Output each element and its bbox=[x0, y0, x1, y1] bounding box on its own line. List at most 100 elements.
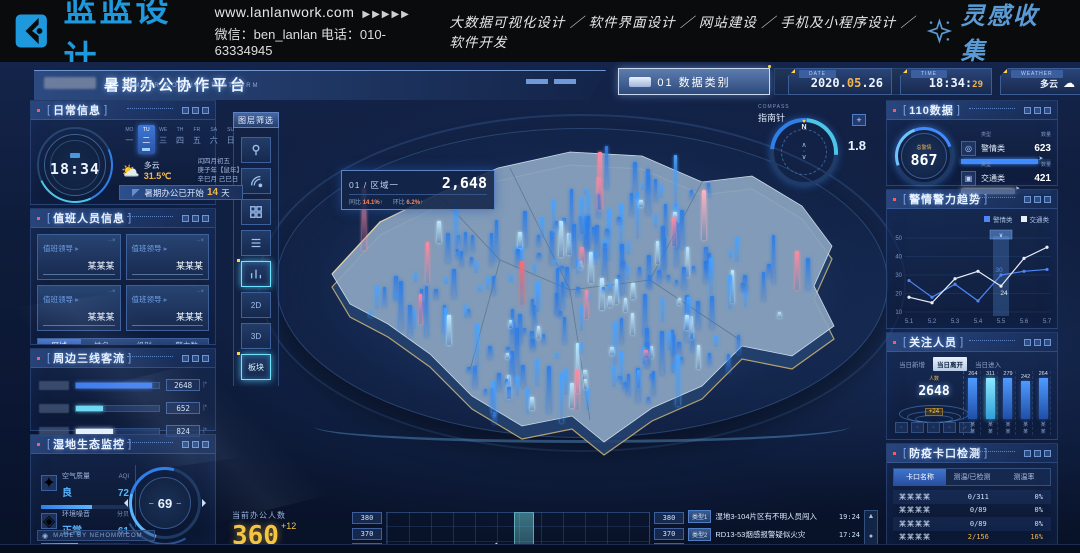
panel-controls[interactable] bbox=[1024, 196, 1051, 203]
zoom-level: 1.8 bbox=[848, 138, 866, 153]
weekday-MO[interactable]: MO一 bbox=[121, 125, 138, 154]
flow-bar-row: 2648|* bbox=[39, 379, 207, 391]
panel-passenger-flow: [周边三线客流] 2648|*652|*824|* bbox=[30, 348, 216, 431]
panel-controls[interactable] bbox=[182, 215, 209, 222]
svg-text:5.2: 5.2 bbox=[928, 319, 937, 325]
panel-controls[interactable] bbox=[182, 441, 209, 448]
duty-leader-card[interactable]: 值班领导··×某某某 bbox=[37, 234, 121, 280]
duty-table: 区域姓名级别警力数某某区张某某副局长268某某区王某某副局长268某某区张某某副… bbox=[37, 338, 209, 345]
weekday-TH[interactable]: TH四 bbox=[172, 125, 189, 154]
alert-item[interactable]: 类型2RD13-53烟感报警疑似火灾17:24 bbox=[688, 528, 860, 541]
layer-button-radar-icon[interactable] bbox=[241, 168, 271, 194]
panel-checkpoint: [防疫卡口检测] 卡口名称测温/已检测测温率 某某某某0/3110%某某某某0/… bbox=[886, 443, 1058, 546]
walker-icon[interactable]: ◦ bbox=[895, 422, 908, 433]
knife-icon[interactable]: ◦ bbox=[911, 422, 924, 433]
focus-bar: 264某某 bbox=[968, 371, 981, 435]
duty-leader-card[interactable]: 值班领导··×某某某 bbox=[126, 234, 210, 280]
watermark: MADE BY NEHOMMICOM bbox=[37, 530, 155, 541]
duty-leader-card[interactable]: 值班领导··×某某某 bbox=[37, 285, 121, 331]
panel-daily-info: [日常信息] 18:34 MO一TU二WE三TH四FR五SA六SU日 ⛅ 多云 … bbox=[30, 100, 216, 205]
layer-button-3D[interactable]: 3D bbox=[241, 323, 271, 349]
dashboard-subtitle: SUMMER WORKING PLATFORM bbox=[122, 83, 260, 89]
time-box: TIME 18:34:29 bbox=[900, 68, 992, 95]
checkpoint-header-3[interactable]: 测温率 bbox=[998, 469, 1050, 485]
layer-filter-toolbar: 图层筛选 2D 3D 板块 bbox=[233, 112, 279, 386]
title-decoration bbox=[526, 79, 576, 84]
person-icon[interactable]: ◦ bbox=[943, 422, 956, 433]
tooltip-value: 2,648 bbox=[442, 174, 487, 192]
weekday-TU[interactable]: TU二 bbox=[138, 125, 155, 154]
panel-controls[interactable] bbox=[1024, 107, 1051, 114]
layer-button-pin-icon[interactable] bbox=[241, 137, 271, 163]
sparkle-icon bbox=[926, 16, 953, 46]
redacted-label bbox=[39, 381, 69, 390]
layer-filter-title: 图层筛选 bbox=[233, 112, 279, 128]
alarm-type-row: ◎类型警情类数量623➤ bbox=[961, 131, 1051, 164]
checkpoint-row: 某某某某0/3110% bbox=[893, 490, 1051, 504]
focus-bar: 279某某 bbox=[1003, 371, 1016, 435]
layer-button-板块[interactable]: 板块 bbox=[241, 354, 271, 380]
services-line: 大数据可视化设计 ／ 软件界面设计 ／ 网站建设 ／ 手机及小程序设计 ／ 软件… bbox=[449, 11, 925, 51]
svg-text:50: 50 bbox=[895, 236, 902, 242]
redacted-logo bbox=[44, 77, 96, 89]
summer-office-notice: 暑期办公已开始14天 bbox=[119, 185, 243, 200]
redacted-label bbox=[39, 404, 69, 413]
panel-controls[interactable] bbox=[182, 107, 209, 114]
panel-controls[interactable] bbox=[182, 355, 209, 362]
website-link[interactable]: www.lanlanwork.com bbox=[215, 4, 355, 20]
checkpoint-row: 某某某某0/890% bbox=[893, 504, 1051, 518]
panel-controls[interactable] bbox=[1024, 339, 1051, 346]
cloud-icon: ☁ bbox=[1063, 76, 1075, 90]
svg-text:30: 30 bbox=[995, 267, 1003, 274]
svg-text:∨: ∨ bbox=[999, 233, 1003, 239]
table-header: 区域姓名级别警力数 bbox=[37, 338, 209, 345]
layer-button-list-icon[interactable] bbox=[241, 230, 271, 256]
week-selector: MO一TU二WE三TH四FR五SA六SU日 bbox=[121, 125, 239, 154]
collect-label: 灵感收集 bbox=[961, 0, 1054, 66]
alert-item[interactable]: 类型1湿地3-104片区有不明人员闯入19:24 bbox=[688, 510, 860, 523]
svg-text:20: 20 bbox=[895, 292, 902, 298]
focus-count: 人数 2648 +24 bbox=[899, 375, 969, 418]
zoom-in-button[interactable]: + bbox=[852, 114, 866, 126]
weather-row: ⛅ 多云 31.5℃ 闰四月初五 庚子年【鼠年】 辛巳月 己巳日 bbox=[121, 157, 243, 184]
compass-ring[interactable]: N ∧·∨ bbox=[770, 118, 838, 186]
layer-button-2D[interactable]: 2D bbox=[241, 292, 271, 318]
focus-tab-3[interactable]: 当日进入 bbox=[971, 357, 1005, 371]
y-axis-box: 370 bbox=[352, 528, 382, 540]
brand-topbar: 蓝蓝设计 www.lanlanwork.com▶▶▶▶▶ 微信：ben_lanl… bbox=[0, 0, 1080, 62]
eco-gauge: 69 bbox=[129, 467, 201, 539]
focus-tab-2[interactable]: 当日离开 bbox=[933, 357, 967, 371]
lunar-calendar: 闰四月初五 庚子年【鼠年】 辛巳月 己巳日 bbox=[198, 157, 244, 184]
compass-widget: COMPASS 指南针 N ∧·∨ + 1.8 bbox=[756, 104, 866, 196]
focus-category-icons: ◦◦◦◦◦ bbox=[895, 422, 972, 433]
svg-text:5.4: 5.4 bbox=[974, 319, 983, 325]
svg-text:5.3: 5.3 bbox=[951, 319, 960, 325]
total-alarm-gauge: 总警情867 bbox=[895, 127, 953, 185]
checkpoint-row: 某某某某0/890% bbox=[893, 517, 1051, 531]
svg-text:5.5: 5.5 bbox=[997, 319, 1006, 325]
checkpoint-row: 某某某某2/15616% bbox=[893, 531, 1051, 545]
weekday-WE[interactable]: WE三 bbox=[155, 125, 172, 154]
weekday-FR[interactable]: FR五 bbox=[188, 125, 205, 154]
inspiration-collect[interactable]: 灵感收集 bbox=[926, 0, 1054, 66]
focus-bar-chart: 264某某311某某279某某242某某264某某 bbox=[963, 371, 1051, 435]
svg-text:30: 30 bbox=[895, 273, 902, 279]
focus-tab-1[interactable]: 当日新增 bbox=[895, 357, 929, 371]
checkpoint-header-2[interactable]: 测温/已检测 bbox=[946, 469, 998, 485]
panel-110-data: [110数据] 总警情867 ◎类型警情类数量623➤▣类型交通类数量421➤ bbox=[886, 100, 1058, 186]
panel-eco-monitor: [湿地生态监控] ✦空气质量良AQI72◈环境噪音正常分贝61 69 MADE … bbox=[30, 434, 216, 546]
panel-controls[interactable] bbox=[1024, 450, 1051, 457]
tab-icon bbox=[629, 77, 651, 87]
layer-button-grid-icon[interactable] bbox=[241, 199, 271, 225]
layer-button-chart-icon[interactable] bbox=[241, 261, 271, 287]
duty-leader-card[interactable]: 值班领导··×某某某 bbox=[126, 285, 210, 331]
weekday-SU[interactable]: SU日 bbox=[222, 125, 239, 154]
contact-line: 微信：ben_lanlan 电话：010-63334945 bbox=[215, 24, 422, 58]
target-icon[interactable]: ◦ bbox=[927, 422, 940, 433]
panel-duty-staff: [值班人员信息] 值班领导··×某某某值班领导··×某某某值班领导··×某某某值… bbox=[30, 208, 216, 345]
checkpoint-header-1[interactable]: 卡口名称 bbox=[894, 469, 946, 485]
arrows-decoration: ▶▶▶▶▶ bbox=[362, 9, 410, 20]
dashboard-footer-bar bbox=[0, 544, 1080, 553]
weekday-SA[interactable]: SA六 bbox=[205, 125, 222, 154]
weather-box: WEATHER 多云 ☁ bbox=[1000, 68, 1080, 95]
